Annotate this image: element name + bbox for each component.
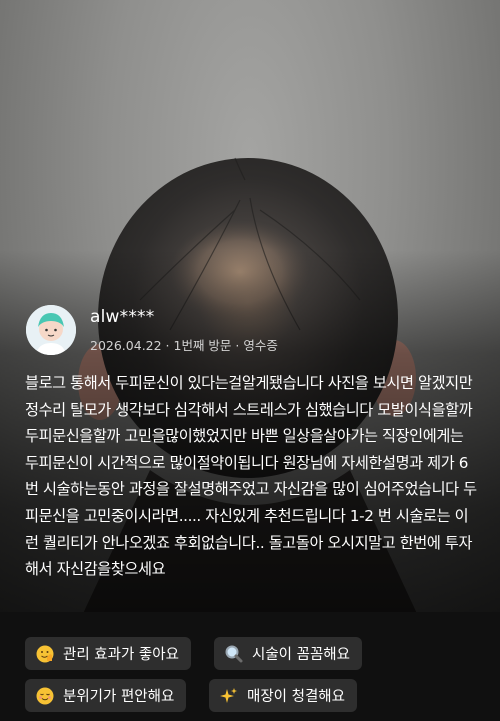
keyword-label: 시술이 꼼꼼해요 — [252, 647, 350, 663]
keyword-chip-effect[interactable]: 관리 효과가 좋아요 — [25, 637, 191, 670]
review-meta: 2026.04.22 · 1번째 방문 · 영수증 — [90, 338, 278, 353]
keyword-section: 관리 효과가 좋아요 시술이 꼼꼼해요 분위기가 편안해요 매장이 청결해요 — [0, 612, 500, 721]
review-text: 블로그 통해서 두피문신이 있다는걸알게됐습니다 사진을 보시면 알겠지만 정수… — [25, 374, 477, 579]
relieved-face-emoji-icon — [35, 686, 55, 706]
keyword-chip-thorough[interactable]: 시술이 꼼꼼해요 — [214, 637, 362, 670]
avatar-illustration-icon — [26, 305, 76, 355]
magnifier-icon — [224, 644, 244, 664]
keyword-label: 관리 효과가 좋아요 — [63, 647, 179, 663]
thumbs-up-emoji-icon — [35, 644, 55, 664]
keyword-chip-clean[interactable]: 매장이 청결해요 — [209, 679, 357, 712]
reviewer-username[interactable]: alw**** — [90, 307, 154, 327]
keyword-label: 매장이 청결해요 — [247, 689, 345, 705]
keyword-chip-atmosphere[interactable]: 분위기가 편안해요 — [25, 679, 187, 712]
keyword-label: 분위기가 편안해요 — [63, 689, 175, 705]
user-avatar[interactable] — [26, 305, 76, 355]
sparkles-icon — [219, 686, 239, 706]
